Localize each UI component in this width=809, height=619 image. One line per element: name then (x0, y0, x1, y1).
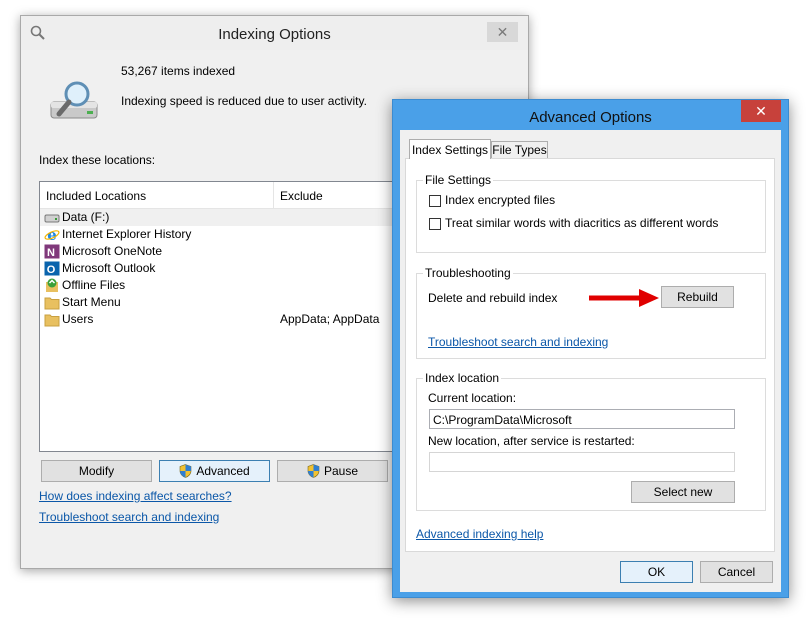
index-encrypted-label: Index encrypted files (445, 193, 556, 207)
select-new-label: Select new (653, 485, 713, 499)
diacritics-checkbox[interactable] (429, 218, 441, 230)
drive-icon (44, 214, 60, 223)
red-arrow-icon (589, 289, 659, 307)
shield-icon (307, 464, 320, 478)
ok-button[interactable]: OK (620, 561, 693, 583)
internet-explorer-icon: e (44, 227, 60, 242)
diacritics-label: Treat similar words with diacritics as d… (445, 216, 719, 230)
group-label: Troubleshooting (423, 266, 513, 280)
delete-rebuild-label: Delete and rebuild index (428, 291, 558, 305)
advanced-options-window: Advanced Options ✕ Index Settings File T… (392, 99, 789, 598)
tab-label: File Types (492, 143, 547, 157)
how-indexing-affects-link[interactable]: How does indexing affect searches? (39, 489, 232, 503)
indexing-drive-icon (50, 81, 98, 119)
locations-label: Index these locations: (39, 153, 156, 167)
table-row[interactable]: N Microsoft OneNote (40, 243, 410, 260)
location-name: Start Menu (62, 295, 121, 309)
modify-button[interactable]: Modify (41, 460, 152, 482)
group-label: Index location (423, 371, 502, 385)
tab-label: Index Settings (411, 142, 489, 157)
location-name: Microsoft OneNote (62, 244, 163, 258)
index-encrypted-checkbox[interactable] (429, 195, 441, 207)
cancel-label: Cancel (717, 565, 756, 579)
pause-label: Pause (323, 464, 359, 478)
new-location-field[interactable] (429, 452, 735, 472)
offline-files-icon (46, 278, 58, 292)
location-name: Offline Files (62, 278, 126, 292)
ok-label: OK (647, 565, 666, 579)
folder-icon (44, 297, 60, 310)
onenote-icon: N (44, 244, 60, 259)
location-name: Users (62, 312, 94, 326)
table-row[interactable]: e Internet Explorer History (40, 226, 410, 243)
table-row[interactable]: O Microsoft Outlook (40, 260, 410, 277)
table-row[interactable]: Offline Files (40, 277, 410, 294)
close-icon: ✕ (496, 23, 509, 40)
rebuild-label: Rebuild (677, 290, 718, 304)
title-bar: Indexing Options ✕ (21, 16, 528, 50)
index-settings-panel: File Settings Index encrypted files Trea… (405, 158, 775, 552)
advanced-button[interactable]: Advanced (159, 460, 270, 482)
column-header-exclude[interactable]: Exclude (280, 189, 323, 203)
group-label: File Settings (423, 173, 494, 187)
location-name: Microsoft Outlook (62, 261, 156, 275)
table-row[interactable]: Users AppData; AppData (40, 311, 410, 328)
select-new-button[interactable]: Select new (631, 481, 735, 503)
new-location-label: New location, after service is restarted… (428, 434, 635, 448)
troubleshoot-link[interactable]: Troubleshoot search and indexing (428, 335, 608, 349)
troubleshooting-group: Troubleshooting Delete and rebuild index… (416, 266, 766, 359)
pause-button[interactable]: Pause (277, 460, 388, 482)
close-button[interactable]: ✕ (741, 100, 781, 122)
folder-icon (44, 314, 60, 327)
column-header-included[interactable]: Included Locations (46, 189, 146, 203)
window-title: Indexing Options (218, 26, 331, 43)
items-indexed-count: 53,267 items indexed (121, 64, 236, 78)
tab-index-settings[interactable]: Index Settings (409, 139, 491, 159)
index-location-group: Index location Current location: C:\Prog… (416, 371, 766, 511)
svg-text:O: O (47, 264, 56, 276)
rebuild-button[interactable]: Rebuild (661, 286, 734, 308)
current-location-label: Current location: (428, 391, 517, 405)
location-name: Internet Explorer History (62, 227, 192, 241)
indexing-status: Indexing speed is reduced due to user ac… (121, 94, 367, 108)
location-exclude: AppData; AppData (280, 312, 380, 326)
current-location-field[interactable]: C:\ProgramData\Microsoft (429, 409, 735, 429)
close-icon: ✕ (755, 102, 767, 119)
table-row[interactable]: Data (F:) (40, 209, 410, 226)
tab-file-types[interactable]: File Types (491, 141, 548, 159)
troubleshoot-link[interactable]: Troubleshoot search and indexing (39, 510, 219, 524)
close-button[interactable]: ✕ (487, 22, 518, 42)
outlook-icon: O (44, 261, 60, 276)
table-row[interactable]: Start Menu (40, 294, 410, 311)
shield-icon (180, 464, 192, 478)
svg-text:N: N (47, 247, 55, 259)
column-divider (273, 182, 274, 208)
location-name: Data (F:) (62, 210, 110, 224)
advanced-label: Advanced (196, 464, 250, 478)
file-settings-group: File Settings Index encrypted files Trea… (416, 173, 766, 253)
svg-text:e: e (47, 227, 57, 242)
advanced-indexing-help-link[interactable]: Advanced indexing help (416, 527, 543, 541)
locations-list[interactable]: Included Locations Exclude Data (F:) e I… (39, 181, 411, 452)
modify-label: Modify (78, 464, 115, 478)
cancel-button[interactable]: Cancel (700, 561, 773, 583)
list-header: Included Locations Exclude (40, 182, 410, 209)
dialog-client-area: Index Settings File Types File Settings … (400, 130, 781, 592)
window-title: Advanced Options (529, 109, 652, 126)
